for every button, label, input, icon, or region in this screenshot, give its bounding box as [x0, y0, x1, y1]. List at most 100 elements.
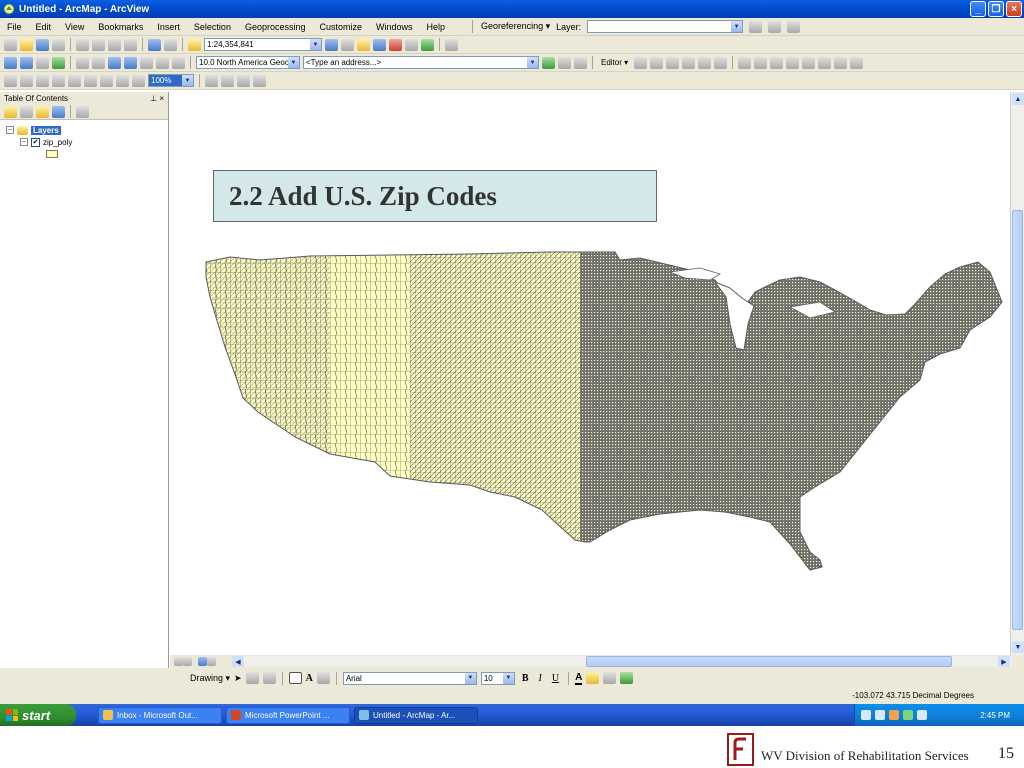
font-name-select[interactable]: Arial ▼: [342, 671, 477, 685]
create-features-icon[interactable]: [850, 56, 864, 69]
start-button[interactable]: start: [0, 704, 76, 726]
fill-color-icon[interactable]: [586, 672, 600, 684]
vertical-scroll-thumb[interactable]: [1012, 210, 1023, 630]
menu-help[interactable]: Help: [420, 22, 453, 32]
previous-extent-icon[interactable]: [116, 74, 129, 87]
marker-color-icon[interactable]: [620, 672, 634, 684]
edit-annotation-icon[interactable]: [650, 56, 664, 69]
new-document-icon[interactable]: [4, 38, 17, 51]
font-color-button[interactable]: A: [575, 672, 583, 685]
callout-icon[interactable]: [316, 672, 330, 684]
font-size-select[interactable]: 10 ▼: [480, 671, 515, 685]
collapse-icon[interactable]: −: [20, 138, 28, 146]
delete-icon[interactable]: [124, 38, 137, 51]
scroll-up-icon[interactable]: ▲: [1012, 93, 1024, 105]
layout-zoom-out-icon[interactable]: [20, 74, 33, 87]
toc-options-icon[interactable]: [76, 105, 89, 118]
underline-button[interactable]: U: [549, 673, 562, 684]
taskbar-clock[interactable]: 2:45 PM: [980, 711, 1010, 720]
pan-icon[interactable]: [36, 56, 49, 69]
list-by-source-icon[interactable]: [20, 105, 33, 118]
add-data-icon[interactable]: [188, 38, 201, 51]
help-icon[interactable]: [861, 710, 871, 720]
change-layout-icon[interactable]: [237, 74, 250, 87]
flash-address-icon[interactable]: [574, 56, 587, 69]
text-tool-icon[interactable]: A: [306, 673, 313, 684]
trace-icon[interactable]: [698, 56, 712, 69]
editor-menu-button[interactable]: Editor ▾: [598, 58, 631, 67]
full-extent-icon[interactable]: [52, 56, 65, 69]
print-icon[interactable]: [52, 38, 65, 51]
endpoint-arc-icon[interactable]: [682, 56, 696, 69]
model-builder-icon[interactable]: [421, 38, 434, 51]
fixed-zoom-out-icon[interactable]: [92, 56, 105, 69]
data-view-icon[interactable]: [174, 657, 183, 666]
save-icon[interactable]: [36, 38, 49, 51]
menu-windows[interactable]: Windows: [369, 22, 420, 32]
straight-segment-icon[interactable]: [666, 56, 680, 69]
paste-icon[interactable]: [108, 38, 121, 51]
arctoolbox-icon[interactable]: [389, 38, 402, 51]
redo-icon[interactable]: [164, 38, 177, 51]
line-color-icon[interactable]: [603, 672, 617, 684]
zoom-to-elements-icon[interactable]: [262, 672, 276, 684]
taskbar-item-powerpoint[interactable]: Microsoft PowerPoint ...: [226, 706, 350, 724]
select-elements-arrow-icon[interactable]: ➤: [234, 673, 242, 684]
tree-row-layers[interactable]: − Layers: [6, 124, 162, 136]
zoom-100-icon[interactable]: [68, 74, 81, 87]
drawing-menu-button[interactable]: Drawing ▾: [190, 673, 230, 684]
rotate-icon[interactable]: [749, 20, 763, 33]
layout-view-icon[interactable]: [183, 657, 192, 666]
italic-button[interactable]: I: [535, 673, 544, 684]
open-folder-icon[interactable]: [20, 38, 33, 51]
fixed-zoom-in-layout-icon[interactable]: [84, 74, 97, 87]
layer-select[interactable]: ▼: [587, 20, 744, 33]
layer-name[interactable]: zip_poly: [43, 138, 72, 147]
scroll-right-icon[interactable]: ▶: [998, 656, 1010, 667]
locator-select[interactable]: 10.0 North America Geoco ▼: [196, 56, 300, 69]
table-of-contents-icon[interactable]: [341, 38, 354, 51]
geocode-icon[interactable]: [542, 56, 555, 69]
horizontal-scroll-thumb[interactable]: [586, 656, 952, 667]
menu-customize[interactable]: Customize: [313, 22, 370, 32]
forward-extent-icon[interactable]: [124, 56, 137, 69]
security-icon[interactable]: [889, 710, 899, 720]
next-extent-icon[interactable]: [132, 74, 145, 87]
list-by-selection-icon[interactable]: [52, 105, 65, 118]
link-table-icon[interactable]: [787, 20, 801, 33]
toggle-draft-mode-icon[interactable]: [205, 74, 218, 87]
pause-drawing-icon[interactable]: [207, 657, 216, 666]
georeferencing-menu[interactable]: Georeferencing ▾: [481, 21, 550, 32]
layer-visibility-checkbox[interactable]: ✔: [31, 137, 40, 147]
attributes-icon[interactable]: [818, 56, 832, 69]
list-by-visibility-icon[interactable]: [36, 105, 49, 118]
menu-selection[interactable]: Selection: [187, 22, 238, 32]
tree-row-zip-poly[interactable]: − ✔ zip_poly: [6, 136, 162, 148]
menu-bookmarks[interactable]: Bookmarks: [91, 22, 150, 32]
zoom-in-icon[interactable]: [4, 56, 17, 69]
edit-tool-icon[interactable]: [634, 56, 648, 69]
close-button[interactable]: ×: [1006, 1, 1022, 17]
map-view[interactable]: 2.2 Add U.S. Zip Codes: [170, 92, 1010, 655]
taskbar-item-arcmap[interactable]: Untitled - ArcMap - Ar...: [354, 706, 478, 724]
restore-button[interactable]: ❐: [988, 1, 1004, 17]
layers-root-label[interactable]: Layers: [31, 125, 61, 135]
whats-this-icon[interactable]: [445, 38, 458, 51]
data-driven-pages-icon[interactable]: [253, 74, 266, 87]
network-icon[interactable]: [875, 710, 885, 720]
scroll-left-icon[interactable]: ◀: [232, 656, 244, 667]
map-scale-input[interactable]: 1:24,354,841 ▼: [204, 38, 322, 51]
layer-symbol-swatch[interactable]: [46, 150, 58, 158]
list-by-drawing-order-icon[interactable]: [4, 105, 17, 118]
menu-geoprocessing[interactable]: Geoprocessing: [238, 22, 313, 32]
menu-insert[interactable]: Insert: [150, 22, 187, 32]
fixed-zoom-in-icon[interactable]: [76, 56, 89, 69]
zoom-to-address-icon[interactable]: [558, 56, 571, 69]
scroll-down-icon[interactable]: ▼: [1012, 641, 1024, 653]
minimize-button[interactable]: _: [970, 1, 986, 17]
zoom-percent-select[interactable]: 100% ▼: [148, 74, 194, 87]
copy-icon[interactable]: [92, 38, 105, 51]
focus-data-frame-icon[interactable]: [221, 74, 234, 87]
split-icon[interactable]: [786, 56, 800, 69]
clear-selection-icon[interactable]: [156, 56, 169, 69]
